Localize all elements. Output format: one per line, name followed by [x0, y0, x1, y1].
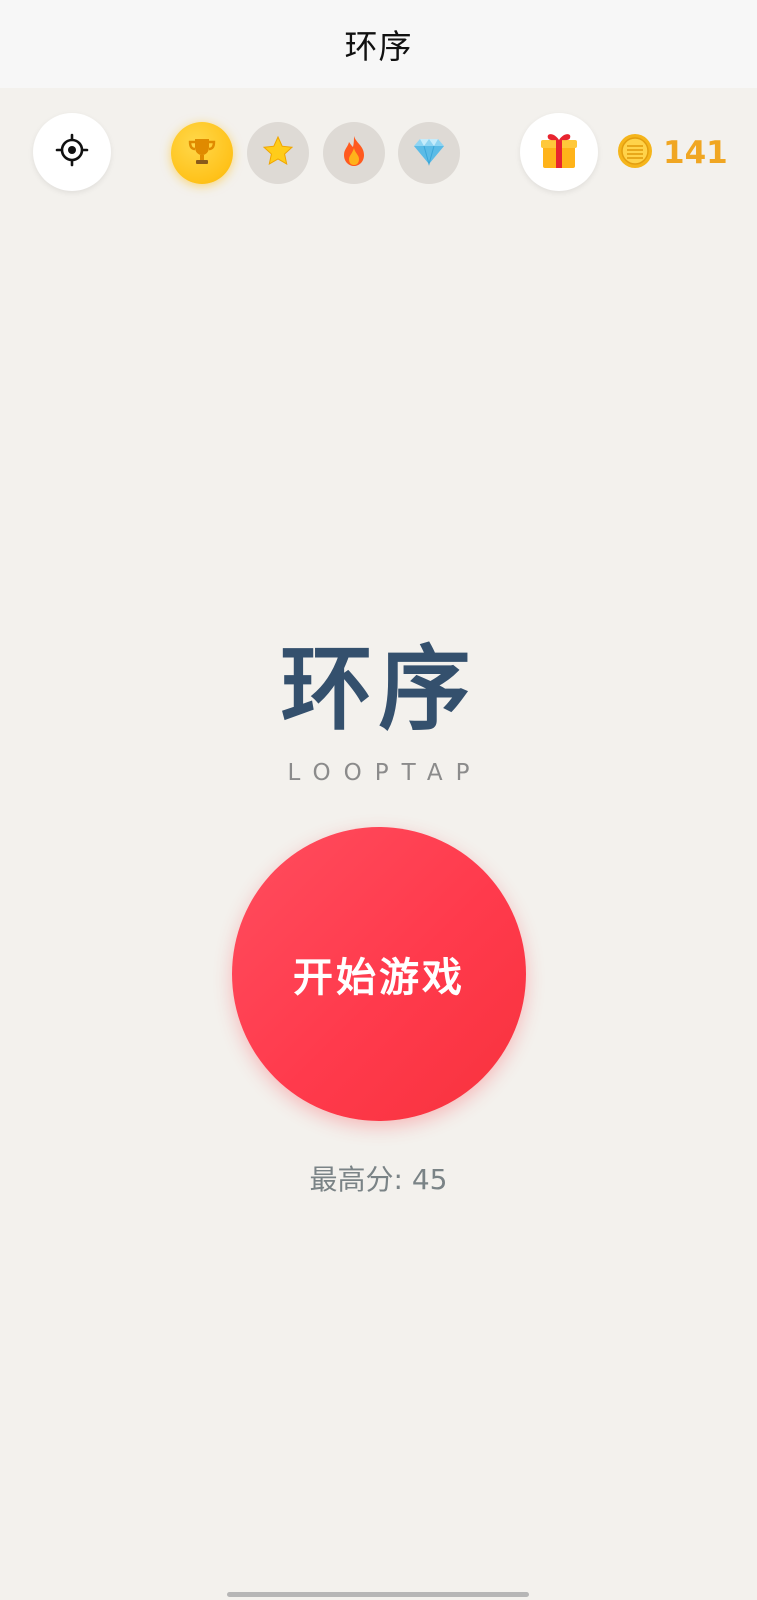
diamond-icon	[412, 136, 446, 170]
start-game-label: 开始游戏	[293, 955, 465, 1001]
achievement-badge-trophy[interactable]	[171, 122, 233, 184]
coin-display: 141	[617, 133, 728, 173]
achievement-badge-diamond[interactable]	[398, 122, 460, 184]
coin-count: 141	[663, 135, 728, 171]
star-icon	[261, 134, 295, 172]
best-score: 最高分: 45	[309, 1163, 448, 1196]
gear-icon	[55, 133, 89, 171]
fire-icon	[338, 134, 370, 172]
settings-button[interactable]	[33, 113, 111, 191]
achievement-badge-star[interactable]	[247, 122, 309, 184]
game-title: 环序	[280, 636, 477, 743]
game-subtitle: LOOPTAP	[287, 760, 483, 786]
home-indicator[interactable]	[227, 1592, 529, 1597]
start-game-button[interactable]: 开始游戏	[232, 827, 526, 1121]
top-bar: 141	[0, 113, 757, 193]
window-titlebar: 环序	[0, 0, 757, 88]
gift-icon	[538, 129, 580, 175]
coin-icon	[617, 133, 653, 173]
trophy-icon	[186, 135, 218, 171]
achievement-badge-fire[interactable]	[323, 122, 385, 184]
gift-button[interactable]	[520, 113, 598, 191]
window-title: 环序	[344, 27, 413, 66]
